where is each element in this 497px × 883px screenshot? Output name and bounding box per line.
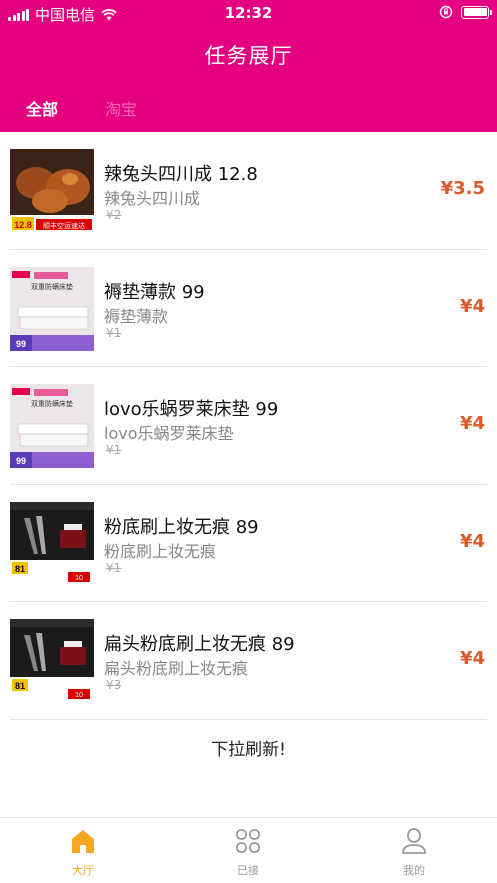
svg-text:81: 81 (15, 564, 25, 574)
task-reward: ¥4 (459, 413, 485, 434)
svg-text:10: 10 (75, 692, 83, 699)
status-time: 12:32 (224, 4, 273, 22)
task-original-price: ¥2 (106, 208, 122, 222)
tabbar-item-hall[interactable]: 大厅 (43, 826, 123, 878)
tabbar-label: 大厅 (72, 864, 94, 877)
task-title: 扁头粉底刷上妆无痕 89 (104, 634, 295, 655)
tabbar-label: 我的 (403, 864, 425, 877)
task-item[interactable]: 双重防螨床垫 99 lovo乐蜗罗莱床垫 99 lovo乐蜗罗莱床垫 ¥1 ¥4 (0, 367, 497, 485)
task-reward: ¥4 (459, 295, 485, 317)
svg-text:10: 10 (75, 575, 83, 582)
task-subtitle: lovo乐蜗罗莱床垫 (104, 424, 234, 443)
task-title: 粉底刷上妆无痕 89 (104, 516, 259, 538)
status-right (439, 5, 492, 19)
svg-text:12.8: 12.8 (14, 220, 32, 230)
header: 中国电信 12:32 任务展厅 全部 淘宝 (0, 0, 497, 132)
task-reward: ¥4 (459, 530, 485, 552)
task-reward: ¥4 (459, 648, 485, 669)
rotation-lock-icon (439, 5, 453, 19)
svg-text:99: 99 (16, 339, 26, 349)
bottom-tabbar: 大厅 已接 我的 (0, 817, 497, 883)
grid-icon (236, 829, 260, 853)
task-original-price: ¥1 (106, 560, 122, 575)
status-bar: 中国电信 12:32 (0, 0, 497, 26)
task-title: 褥垫薄款 99 (104, 281, 205, 303)
task-subtitle: 扁头粉底刷上妆无痕 (104, 659, 249, 678)
task-item[interactable]: 12.8 顺丰空运速达 辣兔头四川成 12.8 辣兔头四川成 ¥2 ¥3.5 (0, 132, 497, 250)
task-item[interactable]: 双重防螨床垫 99 褥垫薄款 99 褥垫薄款 ¥1 ¥4 (0, 250, 497, 368)
battery-icon (461, 5, 492, 19)
task-subtitle: 辣兔头四川成 (104, 189, 201, 208)
task-item[interactable]: 81 10 粉底刷上妆无痕 89 粉底刷上妆无痕 ¥1 ¥4 (0, 485, 497, 603)
task-subtitle: 褥垫薄款 (104, 306, 169, 326)
task-title: lovo乐蜗罗莱床垫 99 (104, 399, 279, 420)
svg-text:99: 99 (16, 456, 26, 466)
tabbar-item-mine[interactable]: 我的 (374, 826, 454, 878)
pull-to-refresh-hint: 下拉刷新! (211, 740, 286, 760)
home-icon (72, 830, 94, 853)
tab-all[interactable]: 全部 (26, 96, 58, 120)
task-original-price: ¥1 (106, 443, 122, 457)
task-item[interactable]: 81 10 扁头粉底刷上妆无痕 89 扁头粉底刷上妆无痕 ¥3 ¥4 (0, 602, 497, 720)
svg-text:顺丰空运速达: 顺丰空运速达 (43, 221, 85, 230)
task-thumbnail: 81 10 (10, 501, 94, 586)
category-tabs: 全部 淘宝 (0, 96, 497, 124)
task-thumbnail: 12.8 顺丰空运速达 (10, 149, 94, 233)
task-thumbnail: 双重防螨床垫 99 (10, 266, 94, 351)
user-icon (402, 828, 426, 854)
tabbar-item-taken[interactable]: 已接 (208, 826, 288, 878)
task-original-price: ¥3 (106, 678, 122, 692)
task-reward: ¥3.5 (440, 178, 485, 199)
svg-text:双重防螨床垫: 双重防螨床垫 (31, 399, 73, 408)
task-title: 辣兔头四川成 12.8 (104, 164, 258, 185)
task-original-price: ¥1 (106, 325, 122, 340)
svg-text:双重防螨床垫: 双重防螨床垫 (31, 282, 73, 291)
page-title: 任务展厅 (204, 44, 293, 68)
tab-taobao[interactable]: 淘宝 (105, 96, 137, 120)
task-list: 12.8 顺丰空运速达 辣兔头四川成 12.8 辣兔头四川成 ¥2 ¥3.5 双… (0, 132, 497, 720)
task-subtitle: 粉底刷上妆无痕 (104, 541, 217, 561)
tabbar-label: 已接 (237, 864, 259, 877)
svg-text:81: 81 (15, 681, 25, 691)
task-thumbnail: 双重防螨床垫 99 (10, 384, 94, 468)
task-thumbnail: 81 10 (10, 619, 94, 703)
